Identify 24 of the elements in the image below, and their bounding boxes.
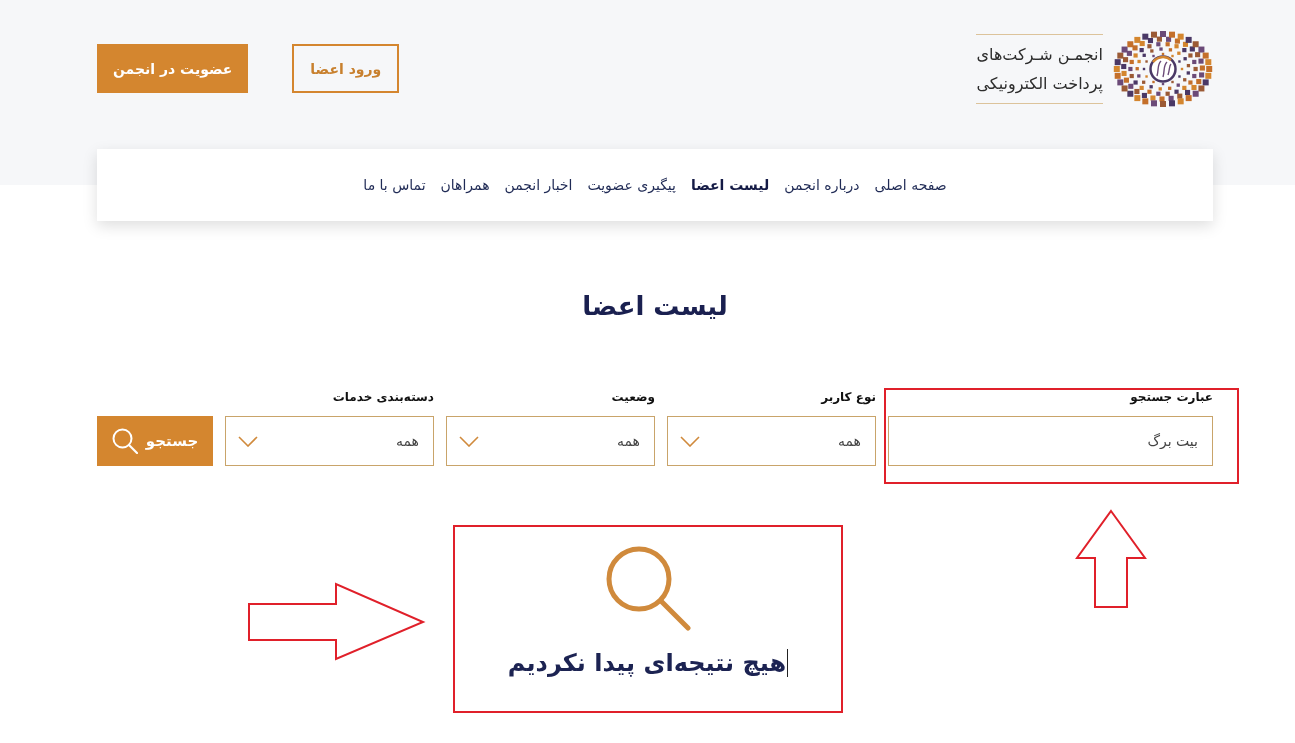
nav-link[interactable]: درباره انجمن [784,177,860,193]
dropdown[interactable]: همه [446,416,655,466]
search-icon [111,428,138,454]
empty-message: هیچ نتیجه‌ای پیدا نکردیم [507,648,787,679]
nav-link[interactable]: تماس با ما [363,177,426,193]
field-label: نوع کاربر [819,389,876,407]
nav-link[interactable]: لیست اعضا [691,177,770,193]
chevron-down-icon [459,435,479,447]
dropdown[interactable]: همه [667,416,876,466]
page-title: لیست اعضا [581,290,729,323]
search-field[interactable]: بیت برگ [888,416,1213,466]
nav-link[interactable]: همراهان [440,177,490,193]
chevron-down-icon [680,435,700,447]
field-label: وضعیت [610,389,655,407]
field-label: دسته‌بندی خدمات [331,389,434,406]
nav-link[interactable]: پیگیری عضویت [587,177,676,193]
nav-link[interactable]: اخبار انجمن [504,177,573,193]
chevron-down-icon [238,435,258,447]
org-name: انجمـن شـرکت‌های پرداخت الکترونیکی [976,33,1103,104]
nav-link[interactable]: صفحه اصلی [874,177,947,193]
text-cursor [787,649,789,677]
field-label: عبارت جستجو [1128,389,1213,407]
magnifier-icon [605,545,691,631]
dropdown[interactable]: همه [225,416,434,466]
